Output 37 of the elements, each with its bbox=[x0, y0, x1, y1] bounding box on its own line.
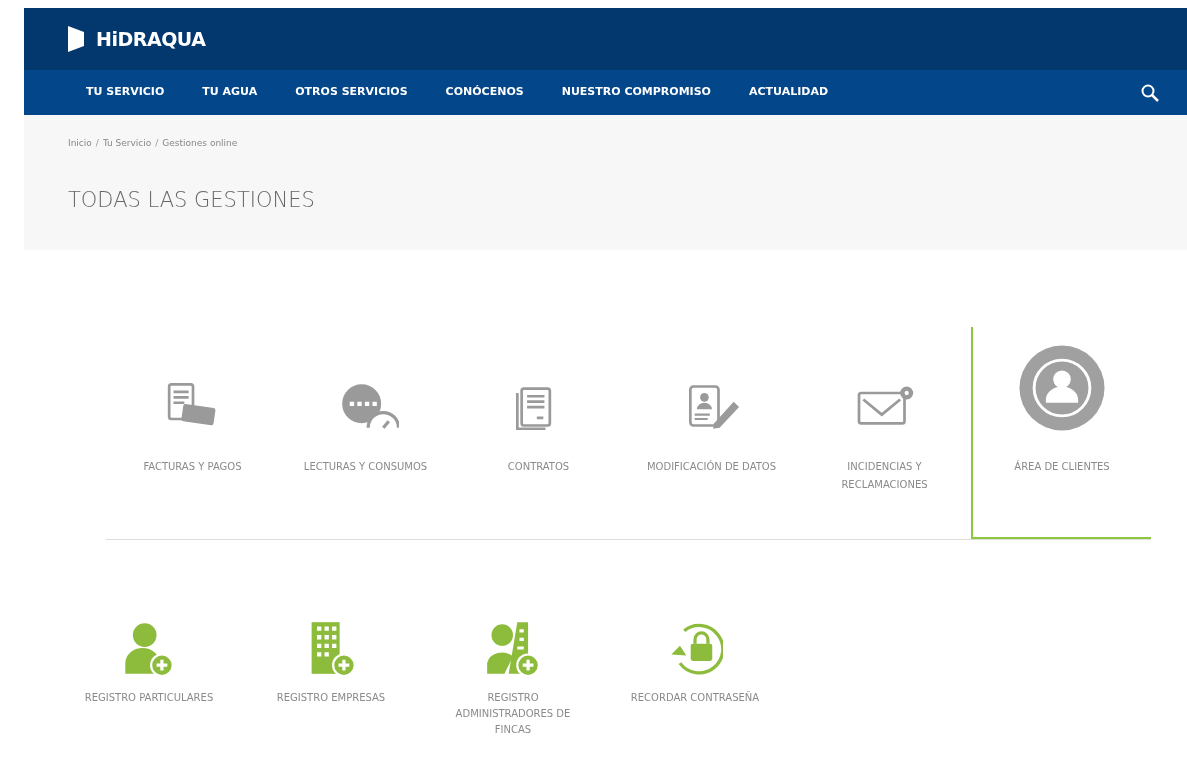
page-title: TODAS LAS GESTIONES bbox=[68, 186, 316, 214]
logo[interactable]: HiDRAQUA bbox=[96, 24, 206, 54]
nav-link[interactable]: NUESTRO COMPROMISO bbox=[561, 84, 711, 101]
search-icon[interactable] bbox=[1141, 83, 1159, 102]
service-tile[interactable]: FACTURAS Y PAGOS bbox=[106, 327, 279, 539]
registration-tile[interactable]: REGISTRO EMPRESAS bbox=[240, 620, 422, 738]
breadcrumb-link[interactable]: Tu Servicio bbox=[102, 137, 152, 151]
nav-link[interactable]: ACTUALIDAD bbox=[748, 84, 829, 101]
service-label: CONTRATOS bbox=[506, 460, 571, 474]
nav-link[interactable]: CONÓCENOS bbox=[445, 84, 524, 101]
breadcrumb-separator: / bbox=[95, 137, 99, 150]
registration-label: REGISTRO PARTICULARES bbox=[84, 691, 214, 705]
service-label: INCIDENCIAS Y RECLAMACIONES bbox=[840, 460, 929, 492]
logo-icon bbox=[68, 26, 84, 52]
nav-link[interactable]: TU SERVICIO bbox=[86, 84, 165, 101]
nav-link[interactable]: TU AGUA bbox=[202, 84, 258, 101]
registration-label: REGISTRO EMPRESAS bbox=[275, 691, 387, 705]
registration-tile[interactable]: RECORDAR CONTRASEÑA bbox=[604, 620, 786, 738]
nav-link[interactable]: OTROS SERVICIOS bbox=[295, 84, 408, 101]
service-label: MODIFICACIÓN DE DATOS bbox=[645, 459, 778, 474]
registration-label: RECORDAR CONTRASEÑA bbox=[630, 690, 760, 705]
user-circle-icon bbox=[1018, 344, 1106, 432]
service-tile[interactable]: MODIFICACIÓN DE DATOS bbox=[625, 327, 798, 539]
breadcrumb-separator: / bbox=[155, 137, 159, 150]
selected-service-tile[interactable]: ÁREA DE CLIENTES bbox=[971, 327, 1151, 539]
registration-tile[interactable]: REGISTRO ADMINISTRADORES DE FINCAS bbox=[422, 620, 604, 738]
breadcrumb-link[interactable]: Inicio bbox=[68, 137, 92, 151]
registration-tile[interactable]: REGISTRO PARTICULARES bbox=[58, 620, 240, 738]
service-label: ÁREA DE CLIENTES bbox=[1013, 459, 1111, 474]
service-tile[interactable]: INCIDENCIAS Y RECLAMACIONES bbox=[798, 327, 971, 539]
add-person-building-icon bbox=[485, 620, 541, 676]
registration-label: REGISTRO ADMINISTRADORES DE FINCAS bbox=[454, 691, 572, 737]
breadcrumb-link[interactable]: Gestiones online bbox=[162, 137, 238, 151]
service-label: FACTURAS Y PAGOS bbox=[142, 460, 243, 474]
service-tile[interactable]: LECTURAS Y CONSUMOS bbox=[279, 327, 452, 539]
service-tile[interactable]: CONTRATOS bbox=[452, 327, 625, 539]
service-label: LECTURAS Y CONSUMOS bbox=[302, 460, 429, 474]
